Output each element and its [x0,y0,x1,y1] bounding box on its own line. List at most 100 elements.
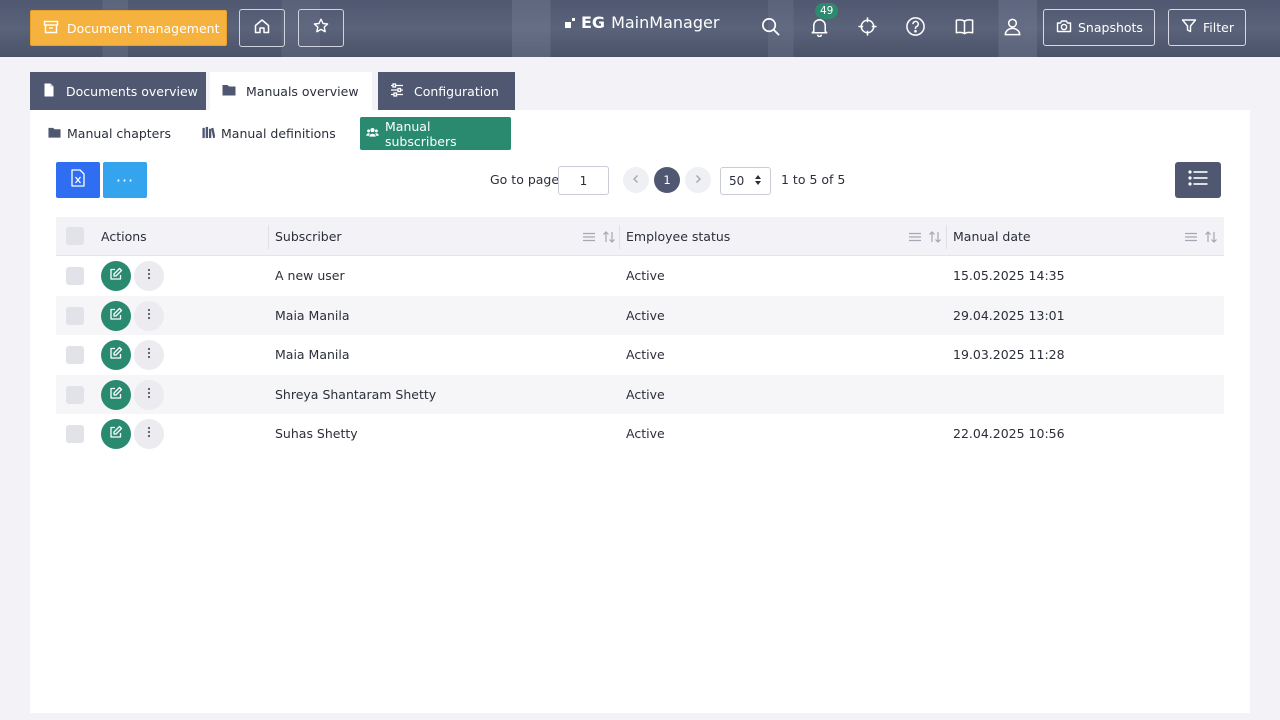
folder-icon [48,126,61,142]
status-column-tools [908,230,942,248]
column-header-actions: Actions [101,229,147,244]
search-icon [760,16,781,41]
tab-label: Manuals overview [246,83,359,99]
notification-badge: 49 [815,3,839,19]
status-cell: Active [626,268,665,283]
sort-icon[interactable] [1204,230,1218,248]
filter-button[interactable]: Filter [1168,9,1246,46]
subtab-manual-chapters[interactable]: Manual chapters [48,117,171,150]
updown-icon [754,174,762,189]
goto-page-input[interactable] [558,166,609,195]
tab-label: Configuration [414,83,499,99]
sort-icon[interactable] [602,230,616,248]
top-bar: Document management EG MainManager 49 Sn… [0,0,1280,57]
document-management-button[interactable]: Document management [30,10,227,46]
row-checkbox[interactable] [66,346,84,364]
excel-icon [70,169,86,191]
column-header-employee-status[interactable]: Employee status [626,229,730,244]
export-excel-button[interactable] [56,162,100,198]
row-menu-button[interactable] [134,340,164,370]
column-divider [268,225,269,249]
manual-button[interactable] [952,16,976,40]
logo-product: MainManager [611,13,720,32]
document-management-label: Document management [67,20,220,36]
table-row[interactable]: A new user Active 15.05.2025 14:35 [56,256,1224,296]
page-size-select[interactable]: 50 [720,167,771,195]
table-row[interactable]: Maia Manila Active 29.04.2025 13:01 [56,295,1224,335]
chevron-right-icon [693,173,703,187]
edit-icon [109,386,123,404]
row-checkbox[interactable] [66,385,84,404]
subtab-label: Manual chapters [67,126,172,141]
menu-icon[interactable] [582,230,596,248]
row-menu-button[interactable] [134,300,164,331]
column-divider [946,225,947,249]
date-cell: 19.03.2025 11:28 [953,347,1065,362]
column-header-subscriber[interactable]: Subscriber [275,229,342,244]
kebab-icon [147,425,151,443]
subtab-manual-subscribers[interactable]: Manual subscribers [360,117,511,150]
edit-icon [109,346,123,364]
menu-icon[interactable] [908,230,922,248]
edit-button[interactable] [101,340,131,370]
sort-icon[interactable] [928,230,942,248]
tab-documents-overview[interactable]: Documents overview [30,72,206,110]
row-checkbox[interactable] [66,306,84,325]
logo-brand: EG [581,13,606,32]
search-button[interactable] [758,16,782,40]
filter-label: Filter [1203,20,1234,35]
subscriber-cell: Shreya Shantaram Shetty [275,386,437,402]
status-cell: Active [626,347,665,362]
row-checkbox[interactable] [66,425,84,443]
column-chooser-button[interactable] [1175,162,1221,198]
users-icon [366,126,379,142]
folder-icon [222,83,236,100]
current-page-indicator[interactable]: 1 [654,167,680,193]
column-header-manual-date[interactable]: Manual date [953,229,1031,244]
row-menu-button[interactable] [134,419,164,449]
row-menu-button[interactable] [134,261,164,291]
more-options-button[interactable]: ··· [103,162,147,198]
menu-icon[interactable] [1184,230,1198,248]
subtab-manual-definitions[interactable]: Manual definitions [202,117,336,150]
user-button[interactable] [1000,16,1024,40]
home-icon [253,17,271,39]
edit-button[interactable] [101,261,131,291]
kebab-icon [147,267,151,285]
select-all-checkbox[interactable] [66,227,84,245]
row-menu-button[interactable] [134,379,164,410]
previous-page-button[interactable] [623,167,649,193]
tab-manuals-overview[interactable]: Manuals overview [210,72,372,110]
snapshots-label: Snapshots [1078,20,1143,35]
snapshots-button[interactable]: Snapshots [1043,9,1155,46]
edit-button[interactable] [101,379,131,410]
row-checkbox[interactable] [66,267,84,285]
edit-icon [109,425,123,443]
table-row[interactable]: Suhas Shetty Active 22.04.2025 10:56 [56,414,1224,454]
home-button[interactable] [239,9,285,47]
edit-icon [109,267,123,285]
date-cell: 29.04.2025 13:01 [953,307,1065,323]
status-cell: Active [626,386,665,402]
help-button[interactable] [903,16,927,40]
target-button[interactable] [855,16,879,40]
tab-configuration[interactable]: Configuration [378,72,515,110]
table-row[interactable]: Shreya Shantaram Shetty Active [56,374,1224,414]
document-icon [42,83,56,100]
kebab-icon [147,346,151,364]
edit-button[interactable] [101,300,131,331]
favorites-button[interactable] [298,9,344,47]
subscriber-cell: Maia Manila [275,307,350,323]
bell-icon [809,16,830,41]
camera-icon [1056,18,1072,37]
subtab-label: Manual subscribers [385,118,457,149]
goto-page-label: Go to page [490,172,560,187]
table-row[interactable]: Maia Manila Active 19.03.2025 11:28 [56,335,1224,375]
star-icon [312,17,330,39]
next-page-button[interactable] [685,167,711,193]
notifications-button[interactable] [807,16,831,40]
edit-button[interactable] [101,419,131,449]
kebab-icon [147,307,151,325]
crosshair-icon [857,16,878,41]
subscriber-column-tools [582,230,616,248]
